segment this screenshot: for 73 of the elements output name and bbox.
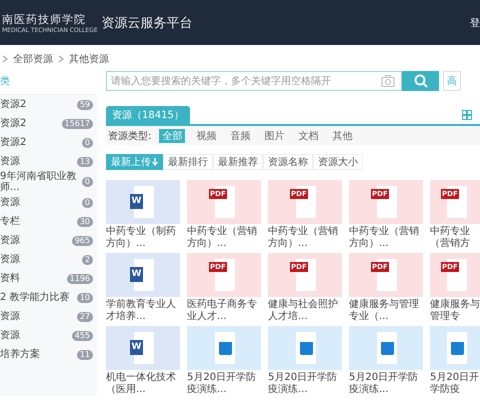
search-icon [414, 74, 428, 88]
file-title[interactable]: 中药专业（营销方向）... [268, 226, 342, 250]
file-title[interactable]: 健康服务与管理专业（... [349, 299, 423, 323]
sidebar-item[interactable]: 资源 [0, 235, 20, 246]
sidebar-item[interactable]: 资源 [0, 197, 20, 208]
file-thumbnail[interactable] [349, 326, 423, 370]
filter-option[interactable]: 其他 [329, 128, 356, 142]
file-title[interactable]: 中药专业（制药方向）... [106, 226, 180, 250]
file-thumbnail[interactable] [268, 326, 342, 370]
filter-option[interactable]: 视频 [193, 128, 220, 142]
filter-option[interactable]: 音频 [227, 128, 254, 142]
file-title[interactable]: 5月20日开学防疫 [430, 372, 480, 396]
down-arrow-icon [152, 158, 158, 166]
search-button[interactable] [402, 71, 439, 91]
count-badge: 27 [76, 312, 93, 322]
file-title[interactable]: 机电一体化技术（医用... [106, 372, 180, 396]
chevron-icon [2, 55, 8, 63]
sidebar-item[interactable]: 培养方案 [0, 349, 40, 360]
filter-label: 资源类型: [108, 130, 152, 142]
file-title[interactable]: 学前教育专业人才培养... [106, 299, 180, 323]
count-badge: 965 [72, 236, 93, 246]
file-title[interactable]: 5月20日开学防疫演练... [187, 372, 261, 396]
filter-option[interactable]: 图片 [261, 128, 288, 142]
grid-view-icon [462, 110, 472, 120]
file-thumbnail[interactable]: W [106, 253, 180, 297]
sidebar-item[interactable]: 资源2 [0, 118, 26, 129]
count-badge: 13 [76, 156, 93, 166]
filter-option[interactable]: 文档 [295, 128, 322, 142]
file-thumbnail[interactable]: W [106, 180, 180, 224]
sidebar-item[interactable]: 资源 [0, 156, 20, 167]
count-badge: 1196 [66, 274, 93, 284]
count-badge: 11 [76, 350, 93, 360]
count-badge: 0 [82, 198, 93, 208]
sort-button[interactable]: 资源名称 [263, 154, 313, 170]
count-badge: 10 [76, 292, 93, 302]
sidebar-item[interactable]: 2 教学能力比赛 [0, 292, 70, 303]
file-thumbnail[interactable] [430, 326, 480, 370]
camera-icon [381, 75, 395, 87]
file-title[interactable]: 中药专业（营销方 [430, 226, 480, 250]
sidebar-item[interactable]: 9年河南省职业教师... [0, 171, 80, 193]
logo-text: 南医药技师学院 [2, 12, 87, 26]
sidebar-item[interactable]: 资源 [0, 254, 20, 265]
count-badge: 0 [82, 138, 93, 148]
count-badge: 0 [82, 177, 93, 187]
count-badge: 15617 [62, 118, 93, 128]
login-link[interactable]: 登 [470, 16, 480, 30]
sort-button[interactable]: 最新推荐 [213, 154, 263, 170]
chevron-icon [58, 55, 64, 63]
site-title: 资源云服务平台 [102, 14, 193, 32]
count-badge: 455 [72, 330, 93, 340]
count-badge: 59 [76, 100, 93, 110]
file-title[interactable]: 5月20日开学防疫演练... [349, 372, 423, 396]
sort-button[interactable]: 最新排行 [163, 154, 213, 170]
sidebar-item[interactable]: 资源2 [0, 137, 26, 148]
sidebar-item[interactable]: 资源 [0, 330, 20, 341]
file-title[interactable]: 中药专业（营销方向）... [349, 226, 423, 250]
count-badge: 30 [76, 216, 93, 226]
sidebar-item[interactable]: 资料 [0, 273, 20, 284]
file-title[interactable]: 5月20日开学防疫演练... [268, 372, 342, 396]
file-thumbnail[interactable] [187, 326, 261, 370]
breadcrumb-link[interactable]: 其他资源 [69, 52, 109, 66]
count-badge: 2 [82, 254, 93, 264]
file-title[interactable]: 健康服务与管理专 [430, 299, 480, 323]
file-thumbnail[interactable]: W [106, 326, 180, 370]
file-title[interactable]: 中药专业（营销方向）... [187, 226, 261, 250]
sidebar-item[interactable]: 资源2 [0, 99, 26, 110]
sidebar-item[interactable]: 专栏 [0, 216, 20, 227]
sidebar-item[interactable]: 资源 [0, 311, 20, 322]
file-title[interactable]: 健康与社会照护人才培... [268, 299, 342, 323]
breadcrumb-link[interactable]: 全部资源 [13, 52, 53, 66]
file-title[interactable]: 医药电子商务专业人才... [187, 299, 261, 323]
sidebar-title: 类 [0, 70, 97, 95]
sort-button[interactable]: 资源大小 [313, 154, 363, 170]
